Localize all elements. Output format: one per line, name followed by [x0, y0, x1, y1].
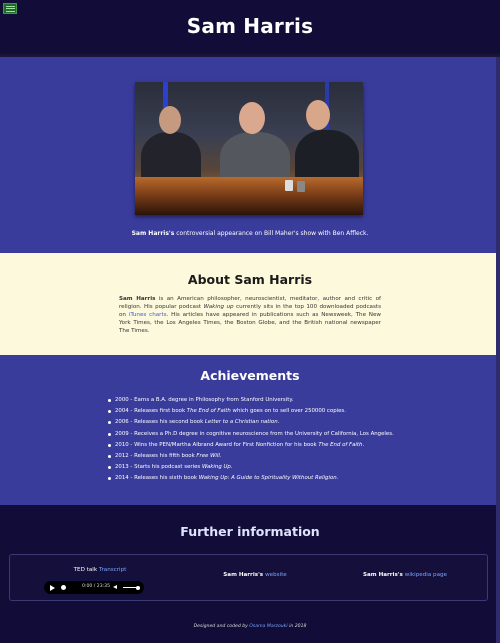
- player-time: 0:00 / 23:35: [82, 584, 111, 589]
- website-cell: Sam Harris's website: [215, 572, 295, 578]
- further-info-section: Further information TED talk Transcript …: [0, 505, 500, 643]
- list-item: 2000 - Earns a B.A. degree in Philosophy…: [108, 395, 394, 406]
- seek-slider[interactable]: [61, 585, 66, 590]
- wikipedia-cell: Sam Harris's wikipedia page: [355, 572, 455, 578]
- page-footer: Designed and coded by Osama Marzouki in …: [0, 624, 500, 629]
- wiki-name: Sam Harris's: [363, 572, 405, 578]
- audio-player[interactable]: 0:00 / 23:35: [44, 581, 144, 594]
- ted-talk-label: TED talk Transcript: [45, 567, 155, 573]
- hero-caption: Sam Harris's controversial appearance on…: [0, 230, 500, 237]
- list-item: 2014 - Releases his sixth book Waking Up…: [108, 473, 394, 484]
- about-title: About Sam Harris: [187, 272, 313, 287]
- transcript-link[interactable]: Transcript: [99, 567, 126, 573]
- page-header: Sam Harris: [0, 0, 500, 52]
- achievements-list: 2000 - Earns a B.A. degree in Philosophy…: [108, 395, 394, 485]
- website-link[interactable]: website: [265, 572, 287, 578]
- list-item: 2004 - Releases first book The End of Fa…: [108, 406, 394, 417]
- further-info-box: TED talk Transcript 0:00 / 23:35 Sam Har…: [9, 554, 488, 601]
- hero-photo: [135, 82, 363, 215]
- play-icon[interactable]: [50, 584, 55, 591]
- about-name: Sam Harris: [119, 296, 156, 302]
- ted-label-text: TED talk: [73, 567, 99, 573]
- about-section: About Sam Harris Sam Harris is an Americ…: [0, 253, 500, 355]
- list-item: 2010 - Wins the PEN/Martha Albrand Award…: [108, 440, 394, 451]
- further-title: Further information: [180, 524, 320, 539]
- list-item: 2009 - Receives a Ph.D degree in cogniti…: [108, 429, 394, 440]
- footer-year: in 2018: [287, 624, 307, 629]
- page-title: Sam Harris: [186, 14, 314, 38]
- volume-icon[interactable]: [113, 585, 117, 589]
- list-item: 2013 - Starts his podcast series Waking …: [108, 462, 394, 473]
- podcast-name: Waking up: [203, 304, 234, 311]
- website-name: Sam Harris's: [223, 572, 266, 578]
- list-item: 2006 - Releases his second book Letter t…: [108, 417, 394, 428]
- list-item: 2012 - Releases his fifth book Free Will…: [108, 451, 394, 462]
- achievements-title: Achievements: [200, 368, 300, 383]
- achievements-section: Achievements 2000 - Earns a B.A. degree …: [0, 355, 500, 505]
- hamburger-menu-icon[interactable]: [3, 3, 17, 14]
- scrollbar[interactable]: [496, 57, 500, 643]
- footer-text: Designed and coded by: [193, 624, 250, 629]
- author-link[interactable]: Osama Marzouki: [249, 624, 287, 629]
- caption-text: controversial appearance on Bill Maher's…: [174, 230, 369, 237]
- volume-slider[interactable]: [136, 585, 140, 590]
- hero-section: Sam Harris's controversial appearance on…: [0, 57, 500, 253]
- about-paragraph: Sam Harris is an American philosopher, n…: [119, 295, 381, 336]
- caption-name: Sam Harris's: [131, 230, 175, 237]
- wikipedia-link[interactable]: wikipedia page: [405, 572, 447, 578]
- itunes-link[interactable]: iTunes charts: [129, 312, 167, 318]
